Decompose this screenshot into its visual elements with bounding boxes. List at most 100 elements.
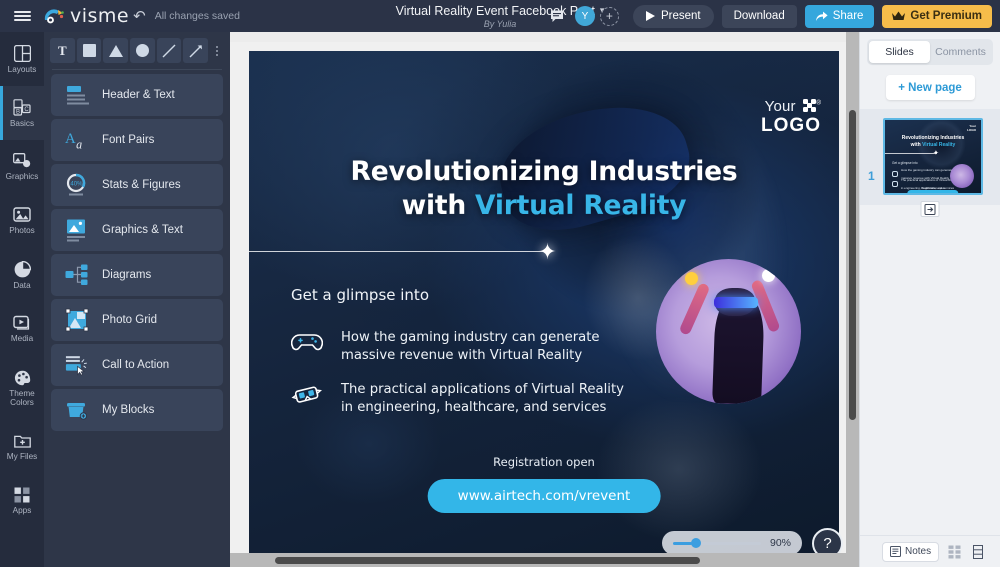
bullet-1-line1: How the gaming industry can generate xyxy=(341,330,600,345)
bullet-text-1: How the gaming industry can generate mas… xyxy=(341,329,600,365)
thumb-logo-word: LOGO xyxy=(967,127,976,132)
divider-line xyxy=(249,251,547,252)
vr-controller-light-white xyxy=(761,269,775,283)
canvas-top-edge xyxy=(230,32,860,42)
slide-logo[interactable]: Your ® LOGO xyxy=(761,99,821,135)
avatar[interactable]: Y xyxy=(574,6,595,26)
data-pie-icon xyxy=(14,260,31,278)
sidebar-item-apps[interactable]: Apps xyxy=(0,474,44,528)
canvas-vertical-scrollbar[interactable] xyxy=(846,32,859,567)
left-icon-rail: Layouts B C Basics Graphics Photos Data … xyxy=(0,32,44,567)
layouts-icon xyxy=(13,44,31,62)
thumb-title: Revolutionizing Industries with Virtual … xyxy=(885,135,981,148)
sidebar-item-theme-colors[interactable]: Theme Colors xyxy=(0,356,44,420)
square-tool[interactable] xyxy=(76,38,102,63)
sidebar-item-label: Theme Colors xyxy=(9,388,35,407)
present-button[interactable]: Present xyxy=(632,4,714,28)
stats-figures-icon: 40% xyxy=(65,172,91,198)
download-button[interactable]: Download xyxy=(721,4,797,28)
bullet-2-line2: in engineering, healthcare, and services xyxy=(341,400,607,415)
list-view-icon[interactable] xyxy=(970,544,985,559)
undo-icon[interactable]: ↶ xyxy=(133,7,146,25)
slide-canvas[interactable]: Your ® LOGO Revolutionizing Industries w… xyxy=(249,51,839,559)
block-stats-and-figures[interactable]: 40% Stats & Figures xyxy=(51,164,223,206)
basics-panel: T Header & Text A a Font Pairs 40% Stats… xyxy=(44,32,230,567)
comment-icon[interactable] xyxy=(547,6,567,26)
notes-icon xyxy=(890,546,901,557)
registration-label[interactable]: Registration open xyxy=(249,455,839,469)
tab-slides[interactable]: Slides xyxy=(869,41,930,63)
vr-circle-photo[interactable] xyxy=(656,259,801,404)
tab-comments[interactable]: Comments xyxy=(930,41,991,63)
text-tool[interactable]: T xyxy=(50,38,75,63)
horizontal-scroll-thumb[interactable] xyxy=(275,557,700,564)
header-text-icon xyxy=(65,82,91,108)
block-photo-grid[interactable]: Photo Grid xyxy=(51,299,223,341)
sidebar-item-data[interactable]: Data xyxy=(0,248,44,302)
thumb-logo: Your LOGO xyxy=(967,124,976,132)
thumb-gamepad-icon xyxy=(892,171,898,177)
slide-thumbnail-strip: 1 Your LOGO Revolutionizing Industries w… xyxy=(860,109,1000,217)
thumb-b2-l1: The practical applications of Virtual Re… xyxy=(901,178,958,182)
sidebar-item-my-files[interactable]: My Files xyxy=(0,420,44,474)
add-user-icon[interactable]: + xyxy=(599,6,619,26)
my-blocks-icon xyxy=(65,397,91,423)
get-premium-button[interactable]: Get Premium xyxy=(882,4,992,28)
vertical-scroll-thumb[interactable] xyxy=(849,110,856,420)
square-icon xyxy=(82,44,96,57)
arrow-tool[interactable] xyxy=(183,38,209,63)
visme-logo[interactable]: visme xyxy=(44,5,129,27)
triangle-tool[interactable] xyxy=(103,38,129,63)
logo-your-text: Your xyxy=(764,98,796,115)
zoom-slider[interactable] xyxy=(673,538,761,548)
block-header-and-text[interactable]: Header & Text xyxy=(51,74,223,116)
slides-panel: Slides Comments + New page 1 Your LOGO R… xyxy=(859,32,1000,567)
circle-tool[interactable] xyxy=(130,38,155,63)
sidebar-item-basics[interactable]: B C Basics xyxy=(0,86,44,140)
slide-title-line2: with Virtual Reality xyxy=(249,189,839,223)
bullet-item-1[interactable]: How the gaming industry can generate mas… xyxy=(291,329,600,365)
zoom-control[interactable]: 90% xyxy=(662,531,802,555)
share-button[interactable]: Share xyxy=(804,4,875,28)
font-pairs-icon: A a xyxy=(65,127,91,153)
block-font-pairs[interactable]: A a Font Pairs xyxy=(51,119,223,161)
block-graphics-and-text[interactable]: Graphics & Text xyxy=(51,209,223,251)
sidebar-item-graphics[interactable]: Graphics xyxy=(0,140,44,194)
block-label: Call to Action xyxy=(102,359,170,371)
sidebar-item-layouts[interactable]: Layouts xyxy=(0,32,44,86)
notes-button[interactable]: Notes xyxy=(882,541,940,562)
notes-label: Notes xyxy=(905,546,932,557)
grid-view-icon[interactable] xyxy=(947,544,962,559)
brand-name: visme xyxy=(70,5,130,27)
zoom-slider-knob[interactable] xyxy=(690,538,701,548)
canvas-horizontal-scrollbar[interactable] xyxy=(230,553,860,567)
sidebar-item-photos[interactable]: Photos xyxy=(0,194,44,248)
hamburger-icon[interactable] xyxy=(0,0,44,32)
call-to-action-icon xyxy=(65,352,91,378)
add-page-icon[interactable] xyxy=(920,201,940,217)
media-icon xyxy=(13,315,31,331)
cta-url-button[interactable]: www.airtech.com/vrevent xyxy=(427,479,661,513)
block-my-blocks[interactable]: My Blocks xyxy=(51,389,223,431)
block-call-to-action[interactable]: Call to Action xyxy=(51,344,223,386)
top-bar: visme ↶ All changes saved Virtual Realit… xyxy=(0,0,1000,32)
share-label: Share xyxy=(832,10,864,22)
block-label: My Blocks xyxy=(102,404,155,416)
thumb-cta-button: www.airtech.com/vrevent xyxy=(907,190,959,193)
basics-icon: B C xyxy=(13,98,31,116)
sidebar-item-media[interactable]: Media xyxy=(0,302,44,356)
line-tool[interactable] xyxy=(156,38,182,63)
slide-title[interactable]: Revolutionizing Industries with Virtual … xyxy=(249,155,839,223)
svg-text:a: a xyxy=(76,137,82,151)
download-label: Download xyxy=(733,10,785,22)
line-icon xyxy=(162,44,176,57)
slide-thumbnail-1[interactable]: Your LOGO Revolutionizing Industries wit… xyxy=(883,118,983,195)
new-page-button[interactable]: + New page xyxy=(885,75,975,100)
bullet-item-2[interactable]: The practical applications of Virtual Re… xyxy=(291,381,624,417)
svg-text:C: C xyxy=(24,107,29,113)
block-diagrams[interactable]: Diagrams xyxy=(51,254,223,296)
divider xyxy=(52,69,222,70)
glimpse-heading[interactable]: Get a glimpse into xyxy=(291,286,429,304)
canvas-area[interactable]: Your ® LOGO Revolutionizing Industries w… xyxy=(230,32,860,567)
kebab-icon[interactable] xyxy=(210,38,224,63)
